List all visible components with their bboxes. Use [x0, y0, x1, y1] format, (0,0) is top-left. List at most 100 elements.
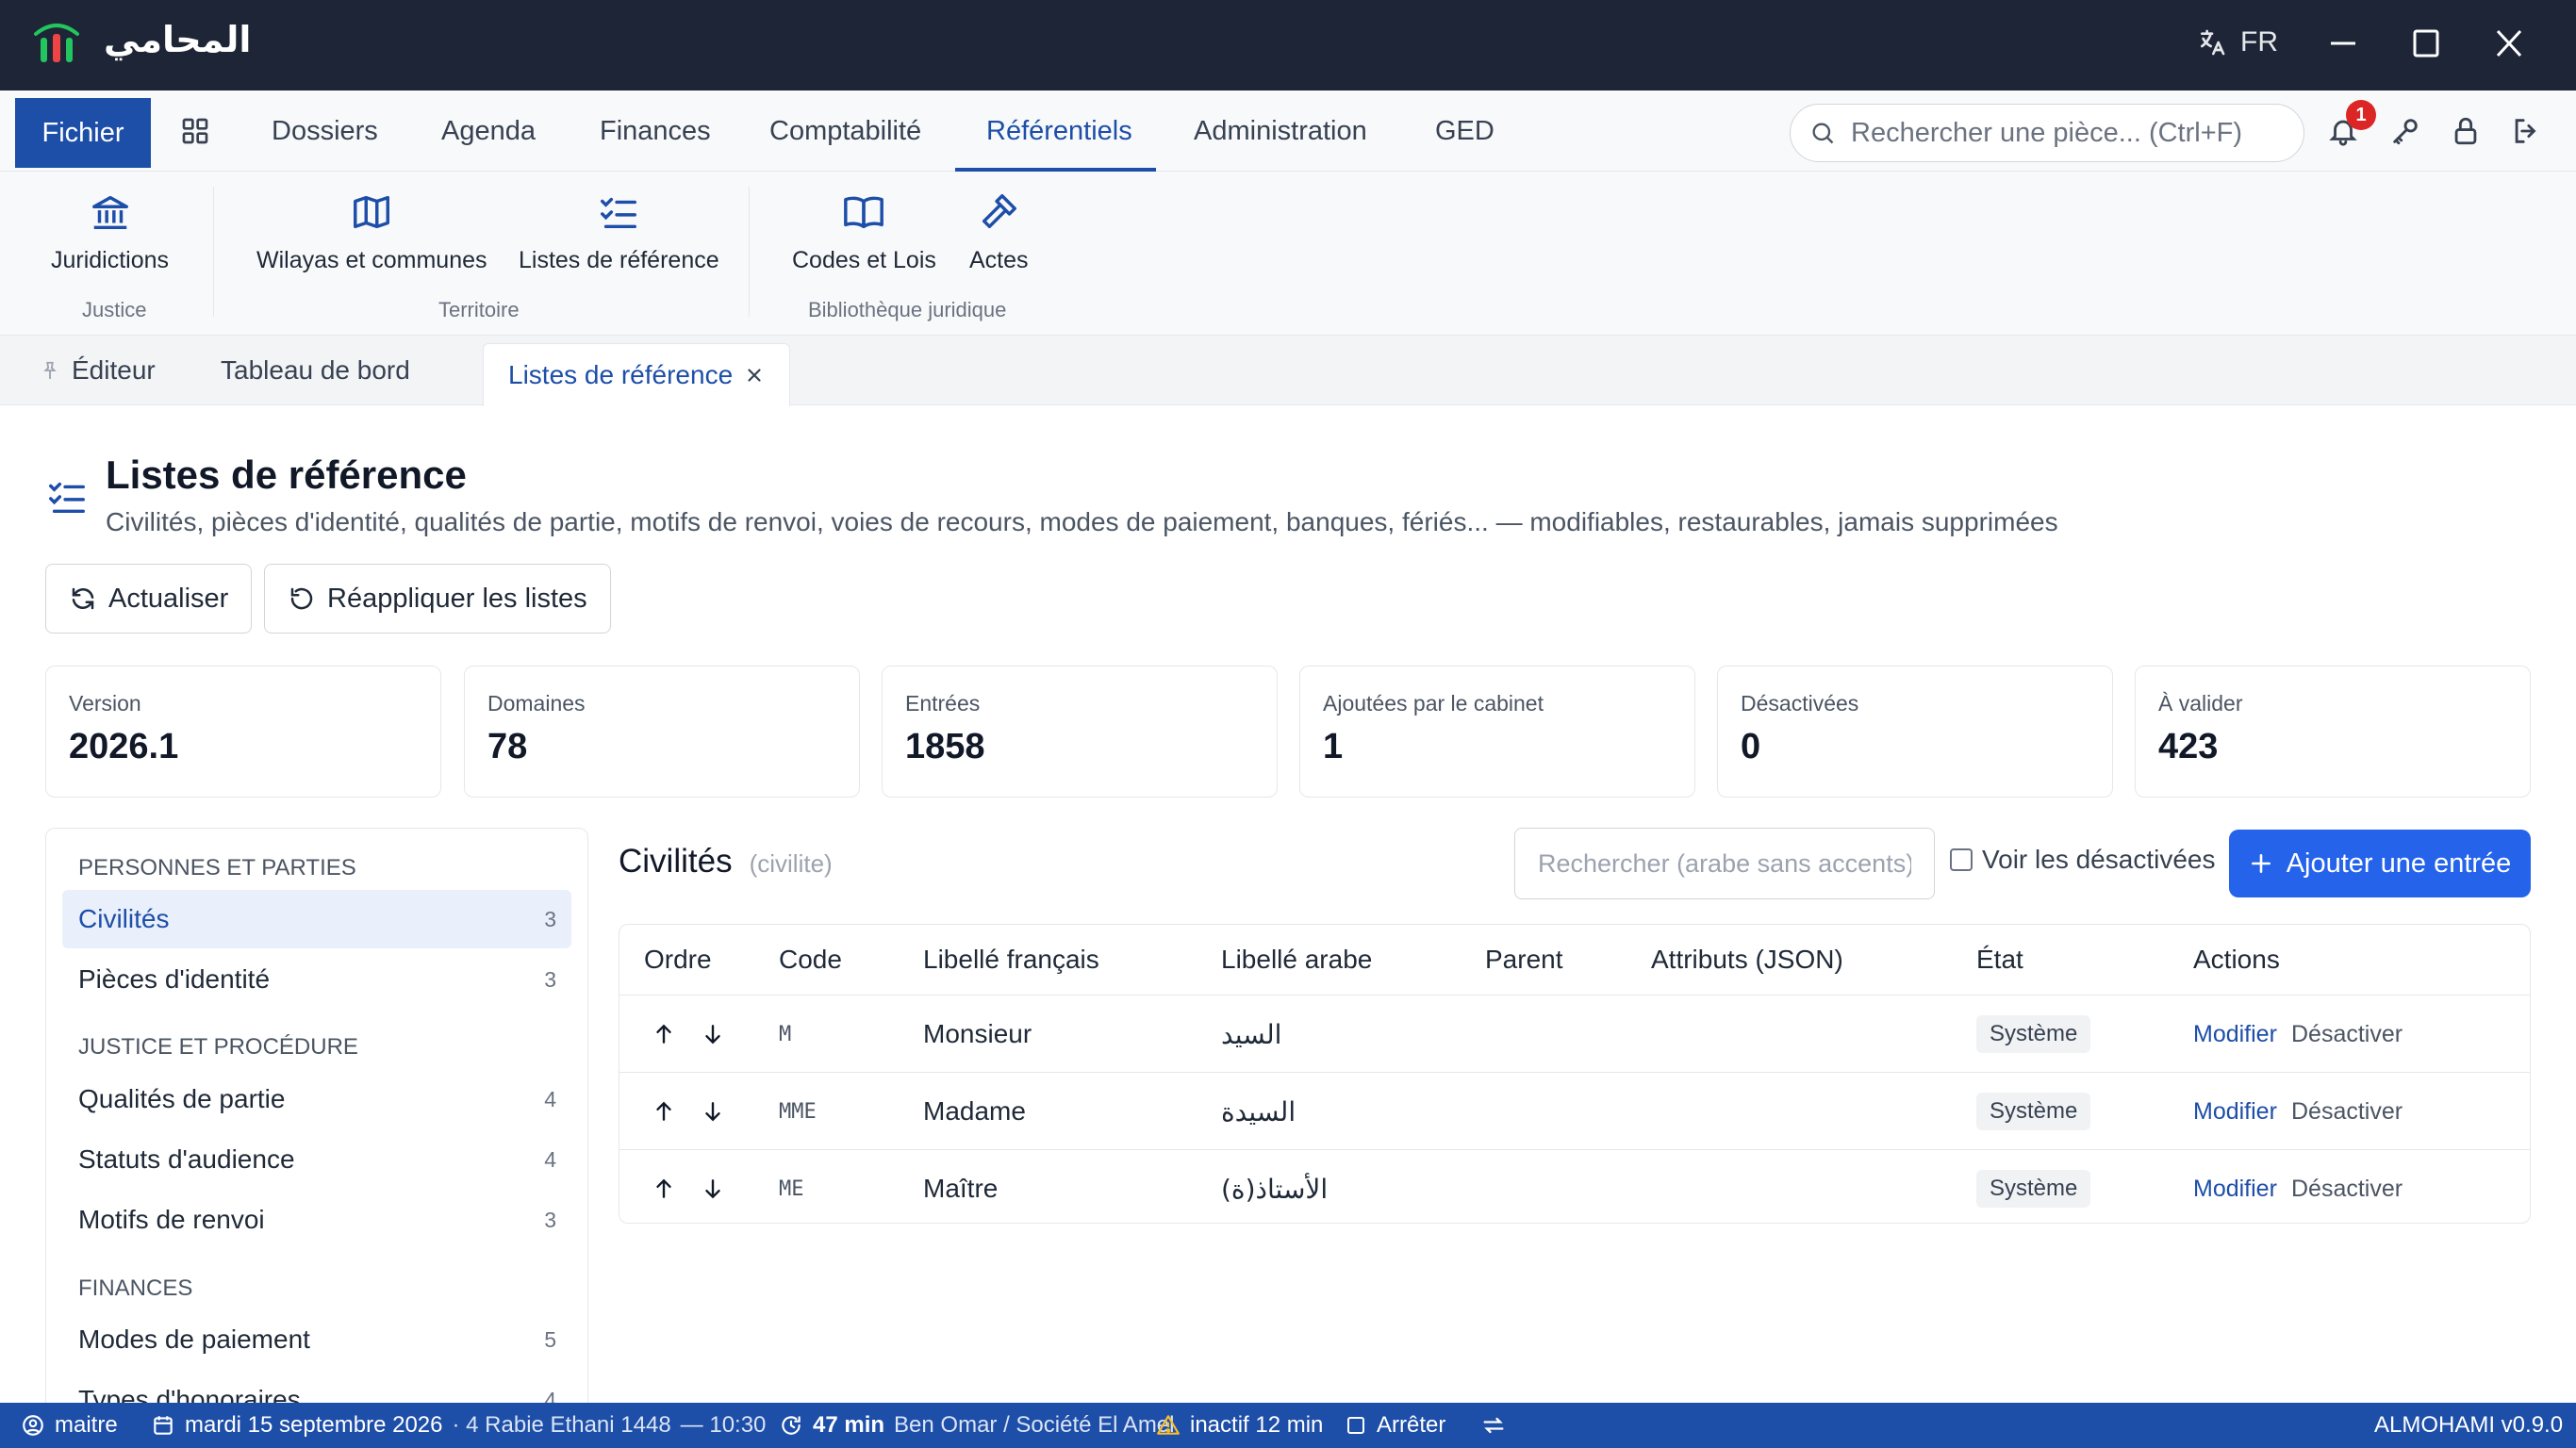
move-down-icon[interactable]	[701, 1150, 725, 1223]
stat-card-a-valider: À valider 423	[2135, 666, 2531, 798]
tab-editeur[interactable]: Éditeur	[40, 336, 156, 405]
domain-item-civilites[interactable]: Civilités 3	[62, 890, 571, 948]
entries-table: Ordre Code Libellé français Libellé arab…	[619, 924, 2531, 1224]
language-switcher[interactable]: FR	[2197, 26, 2278, 58]
column-header: Libellé français	[923, 945, 1099, 974]
reapply-lists-button[interactable]: Réappliquer les listes	[264, 564, 611, 634]
add-entry-button[interactable]: Ajouter une entrée	[2229, 830, 2531, 897]
page-subtitle: Civilités, pièces d'identité, qualités d…	[106, 507, 2058, 536]
tab-listes-de-reference[interactable]: Listes de référence	[483, 343, 791, 406]
domain-item-pieces-identite[interactable]: Pièces d'identité 3	[62, 950, 571, 1009]
stat-card-desactivees: Désactivées 0	[1717, 666, 2113, 798]
domain-section-header: PERSONNES ET PARTIES	[78, 855, 356, 880]
stat-card-entrees: Entrées 1858	[882, 666, 1278, 798]
disable-link[interactable]: Désactiver	[2291, 1073, 2403, 1150]
minimize-icon[interactable]	[2327, 25, 2359, 62]
move-up-icon[interactable]	[652, 1150, 676, 1223]
global-search-placeholder: Rechercher une pièce... (Ctrl+F)	[1851, 117, 2243, 148]
menu-dossiers[interactable]: Dossiers	[272, 90, 378, 172]
lock-icon[interactable]	[2450, 115, 2482, 147]
list-search-input[interactable]	[1514, 828, 1935, 899]
domain-item-modes-paiement[interactable]: Modes de paiement 5	[62, 1310, 571, 1369]
menu-finances[interactable]: Finances	[600, 90, 711, 172]
file-menu-button[interactable]: Fichier	[15, 98, 151, 168]
state-badge: Système	[1976, 1170, 2091, 1208]
status-bar: maitre mardi 15 septembre 2026 · 4 Rabie…	[0, 1403, 2576, 1448]
logout-icon[interactable]	[2510, 115, 2542, 147]
domain-item-qualites-partie[interactable]: Qualités de partie 4	[62, 1070, 571, 1128]
close-tab-icon[interactable]	[744, 365, 765, 386]
ribbon-wilayas[interactable]: Wilayas et communes	[256, 190, 487, 274]
cell-label-fr: Madame	[923, 1096, 1026, 1126]
edit-link[interactable]: Modifier	[2193, 996, 2277, 1073]
menu-bar: Fichier Dossiers Agenda Finances Comptab…	[0, 90, 2576, 172]
notification-badge: 1	[2346, 100, 2376, 130]
stat-value: 2026.1	[69, 727, 179, 766]
stop-timer-button[interactable]: Arrêter	[1345, 1403, 1445, 1448]
menu-comptabilite[interactable]: Comptabilité	[769, 90, 921, 172]
state-badge: Système	[1976, 1093, 2091, 1130]
ribbon-listes-reference[interactable]: Listes de référence	[519, 190, 719, 274]
book-icon	[842, 190, 885, 234]
menu-agenda[interactable]: Agenda	[441, 90, 536, 172]
tab-label: Éditeur	[72, 355, 156, 385]
table-row: MME Madame السيدة Système Modifier Désac…	[619, 1072, 2530, 1150]
domain-count: 3	[544, 906, 556, 931]
move-down-icon[interactable]	[701, 1073, 725, 1150]
search-icon	[1809, 120, 1836, 146]
cell-code: MME	[779, 1099, 817, 1124]
move-up-icon[interactable]	[652, 996, 676, 1073]
menu-ged[interactable]: GED	[1435, 90, 1494, 172]
column-header: Ordre	[644, 945, 712, 974]
maximize-icon[interactable]	[2410, 25, 2442, 62]
menu-referentiels[interactable]: Référentiels	[986, 90, 1132, 172]
disable-link[interactable]: Désactiver	[2291, 1150, 2403, 1223]
domain-item-motifs-renvoi[interactable]: Motifs de renvoi 3	[62, 1191, 571, 1249]
ribbon-juridictions[interactable]: Juridictions	[51, 190, 169, 274]
edit-link[interactable]: Modifier	[2193, 1150, 2277, 1223]
app-grid-icon[interactable]	[180, 116, 210, 146]
show-disabled-checkbox[interactable]	[1950, 848, 1973, 871]
status-user[interactable]: maitre	[21, 1403, 118, 1448]
stat-label: Domaines	[487, 691, 586, 716]
domain-count: 4	[544, 1086, 556, 1111]
status-user-name: maitre	[55, 1412, 118, 1438]
ribbon-label: Juridictions	[51, 247, 170, 273]
move-down-icon[interactable]	[701, 996, 725, 1073]
close-window-icon[interactable]	[2493, 25, 2525, 62]
sync-icon[interactable]	[1480, 1403, 1507, 1448]
status-hijri-date: · 4 Rabie Ethani 1448	[452, 1412, 671, 1438]
cell-label-ar: السيدة	[1221, 1095, 1296, 1127]
status-time: — 10:30	[680, 1412, 767, 1438]
checklist-icon	[45, 475, 89, 518]
column-header: État	[1976, 945, 2023, 974]
app-logo-icon	[32, 21, 81, 66]
stat-label: Version	[69, 691, 141, 716]
domain-label: Pièces d'identité	[78, 964, 271, 994]
ribbon-codes-lois[interactable]: Codes et Lois	[792, 190, 936, 274]
refresh-icon	[69, 584, 97, 613]
status-inactive-text: inactif 12 min	[1190, 1412, 1324, 1438]
ribbon-actes[interactable]: Actes	[969, 190, 1029, 274]
list-key: (civilite)	[749, 849, 833, 878]
disable-link[interactable]: Désactiver	[2291, 996, 2403, 1073]
status-client: Ben Omar / Société El Amel	[894, 1412, 1175, 1438]
calendar-icon	[151, 1413, 175, 1438]
menu-administration[interactable]: Administration	[1194, 90, 1367, 172]
cell-code: ME	[779, 1176, 804, 1201]
domain-item-statuts-audience[interactable]: Statuts d'audience 4	[62, 1130, 571, 1189]
move-up-icon[interactable]	[652, 1073, 676, 1150]
status-inactive: inactif 12 min	[1156, 1403, 1323, 1448]
tab-tableau-de-bord[interactable]: Tableau de bord	[221, 336, 410, 405]
edit-link[interactable]: Modifier	[2193, 1073, 2277, 1150]
cell-label-fr: Maître	[923, 1174, 999, 1203]
domain-count: 3	[544, 966, 556, 992]
refresh-button[interactable]: Actualiser	[45, 564, 253, 634]
global-search[interactable]: Rechercher une pièce... (Ctrl+F)	[1790, 104, 2304, 162]
domain-count: 4	[544, 1146, 556, 1172]
stop-label: Arrêter	[1377, 1412, 1446, 1438]
stat-card-ajoutees: Ajoutées par le cabinet 1	[1299, 666, 1695, 798]
key-icon[interactable]	[2389, 115, 2421, 147]
cell-label-ar: السيد	[1221, 1018, 1282, 1050]
show-disabled-toggle[interactable]: Voir les désactivées	[1950, 845, 2215, 875]
